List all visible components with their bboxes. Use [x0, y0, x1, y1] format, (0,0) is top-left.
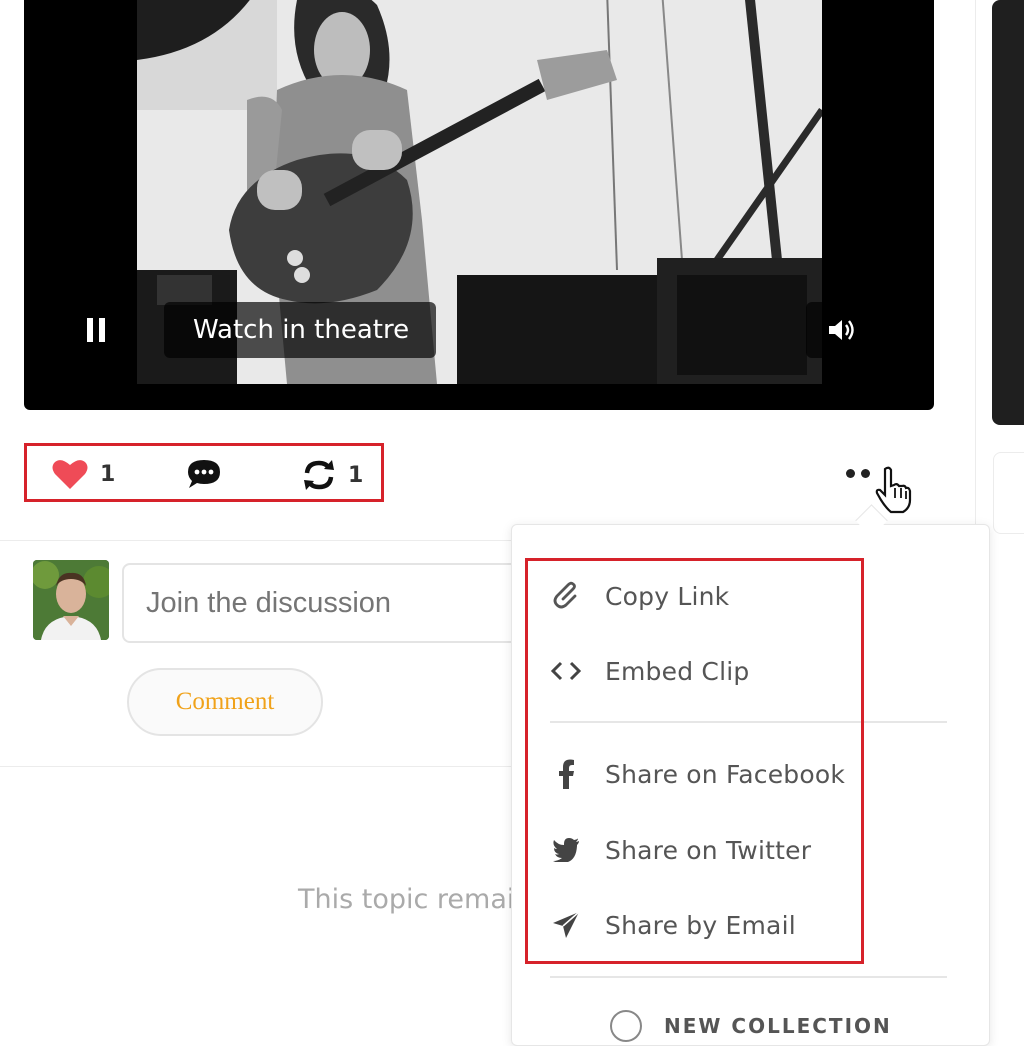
like-button[interactable]: 1 [52, 458, 115, 490]
pause-icon [87, 318, 93, 342]
sidebar-panel [992, 0, 1024, 425]
reshare-count: 1 [348, 462, 364, 488]
more-dots-icon [846, 469, 855, 478]
watch-in-theatre-button[interactable]: Watch in theatre [164, 302, 436, 358]
heart-icon [52, 460, 88, 489]
comment-action-button[interactable] [186, 458, 222, 490]
menu-divider [550, 976, 947, 978]
new-collection-button[interactable]: NEW COLLECTION [610, 1010, 892, 1042]
sidebar-card [993, 452, 1024, 534]
volume-button[interactable] [806, 302, 866, 358]
new-collection-label: NEW COLLECTION [664, 1014, 892, 1038]
video-player[interactable]: Watch in theatre [24, 0, 934, 410]
comment-input[interactable] [122, 563, 542, 643]
volume-icon [829, 320, 854, 340]
speech-bubble-icon [188, 460, 220, 488]
avatar [33, 560, 109, 640]
hand-cursor-icon [875, 466, 912, 514]
like-count: 1 [100, 461, 116, 487]
comment-button[interactable]: Comment [127, 668, 323, 736]
menu-highlight [525, 558, 864, 964]
pause-button[interactable] [76, 305, 116, 355]
plus-circle-icon [610, 1010, 642, 1042]
reshare-button[interactable]: 1 [300, 458, 363, 492]
refresh-icon [304, 460, 334, 490]
topic-status-text: This topic remain [298, 884, 532, 915]
more-options-button[interactable] [846, 465, 876, 483]
